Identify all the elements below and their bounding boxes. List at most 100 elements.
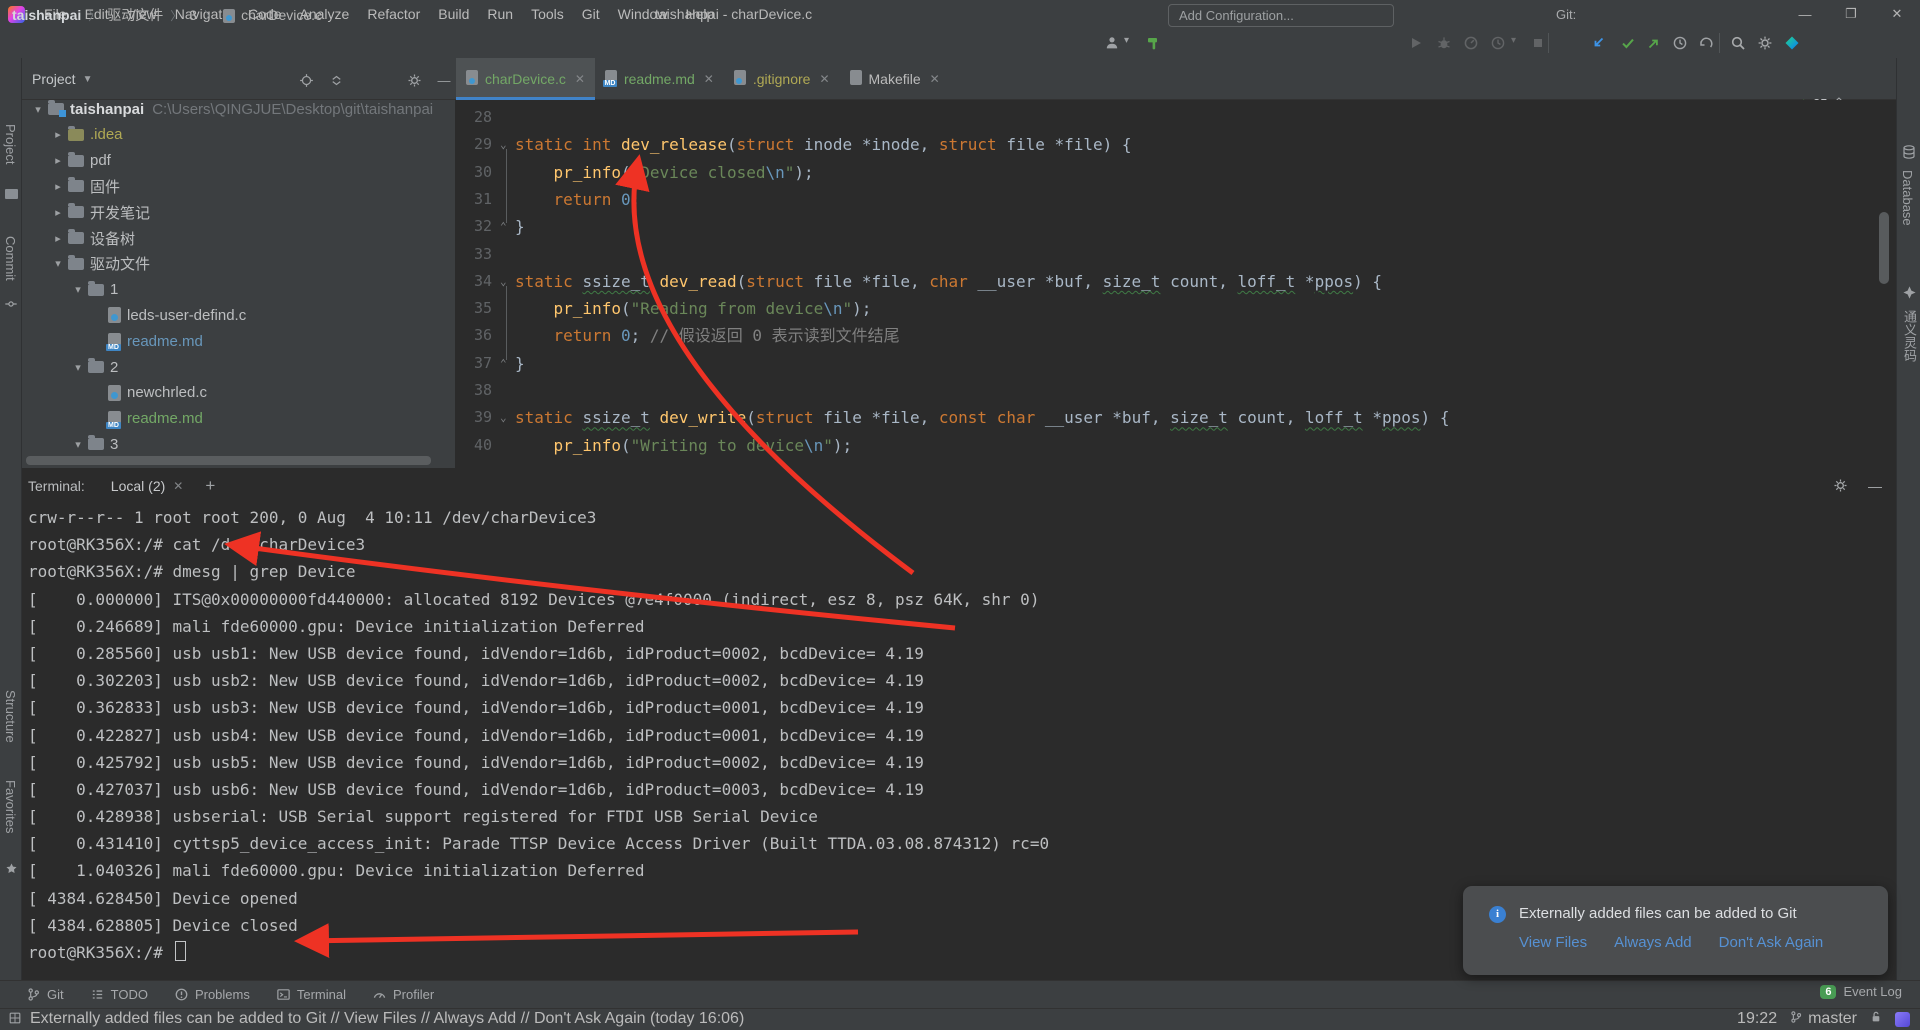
tree-chevron-icon[interactable]: ▸ <box>48 154 68 167</box>
terminal-tab-local[interactable]: Local (2) ✕ <box>111 478 184 494</box>
stripe-favorites[interactable]: Favorites <box>3 780 18 833</box>
tree-chevron-icon[interactable]: ▾ <box>48 257 68 270</box>
breadcrumb-item-0[interactable]: taishanpai <box>12 7 81 23</box>
tree-row-2[interactable]: ▾2 <box>22 354 455 380</box>
debug-button-icon[interactable] <box>1432 31 1456 55</box>
git-history-icon[interactable] <box>1668 31 1692 55</box>
tree-chevron-icon[interactable]: ▾ <box>68 283 88 296</box>
status-message[interactable]: Externally added files can be added to G… <box>30 1010 744 1028</box>
event-log-button[interactable]: 6 Event Log <box>1820 984 1902 999</box>
menu-refactor[interactable]: Refactor <box>358 0 429 28</box>
toolwindow-label: Git <box>47 987 64 1002</box>
editor-scrollbar[interactable] <box>1879 212 1889 284</box>
stripe-tongyi[interactable]: 通义灵码 <box>1900 310 1919 362</box>
search-everywhere-icon[interactable] <box>1726 31 1750 55</box>
collapse-all-icon[interactable] <box>326 70 346 90</box>
terminal-minimize-icon[interactable]: — <box>1868 478 1882 494</box>
lock-icon[interactable] <box>1869 1010 1883 1029</box>
tree-row-readme-md[interactable]: readme.md <box>22 406 455 432</box>
git-commit-icon[interactable] <box>1616 31 1640 55</box>
toolwindow-terminal[interactable]: Terminal <box>276 987 346 1002</box>
fold-marker-icon[interactable]: ⌄ <box>500 404 507 431</box>
code-editor[interactable]: 2829⌄static int dev_release(struct inode… <box>456 100 1896 468</box>
tab-close-icon[interactable]: ✕ <box>575 72 585 86</box>
project-tree[interactable]: ▾taishanpaiC:\Users\QINGJUE\Desktop\git\… <box>22 100 455 468</box>
toolwindow-problems[interactable]: Problems <box>174 987 250 1002</box>
ai-assistant-icon[interactable] <box>1895 1012 1910 1027</box>
git-branch-widget[interactable]: master <box>1789 1010 1857 1029</box>
tree-row-newchrled-c[interactable]: newchrled.c <box>22 380 455 406</box>
database-icon[interactable] <box>1901 144 1917 160</box>
git-update-icon[interactable] <box>1586 31 1610 55</box>
tree-row-pdf[interactable]: ▸pdf <box>22 148 455 174</box>
stripe-database[interactable]: Database <box>1900 170 1915 226</box>
tree-row-taishanpai[interactable]: ▾taishanpaiC:\Users\QINGJUE\Desktop\git\… <box>22 100 455 122</box>
notification-link-view-files[interactable]: View Files <box>1519 934 1587 951</box>
user-dropdown-chevron[interactable]: ▾ <box>1124 35 1129 46</box>
tab-close-icon[interactable]: ✕ <box>819 72 829 86</box>
stripe-structure[interactable]: Structure <box>3 690 18 743</box>
tree-row-1[interactable]: ▾1 <box>22 277 455 303</box>
toolwindow-profiler[interactable]: Profiler <box>372 987 434 1002</box>
close-button[interactable]: ✕ <box>1874 0 1920 28</box>
tree-row--idea[interactable]: ▸.idea <box>22 122 455 148</box>
tab-close-icon[interactable]: ✕ <box>930 72 940 86</box>
tab-close-icon[interactable]: ✕ <box>704 72 714 86</box>
stop-button-icon[interactable] <box>1526 31 1550 55</box>
breadcrumb-item-3[interactable]: charDevice.c <box>241 7 322 23</box>
tree-chevron-icon[interactable]: ▾ <box>28 103 48 116</box>
toolwindow-git[interactable]: Git <box>26 987 64 1002</box>
tree-row-readme-md[interactable]: readme.md <box>22 328 455 354</box>
build-hammer-icon[interactable] <box>1142 31 1166 55</box>
tree-chevron-icon[interactable]: ▸ <box>48 232 68 245</box>
terminal-settings-gear-icon[interactable] <box>1833 478 1848 496</box>
profile-button-icon[interactable] <box>1459 31 1483 55</box>
run-with-coverage-icon[interactable] <box>1486 31 1510 55</box>
git-rollback-icon[interactable] <box>1694 31 1718 55</box>
hide-project-panel-icon[interactable]: — <box>434 70 454 90</box>
user-profile-icon[interactable] <box>1100 31 1124 55</box>
tree-chevron-icon[interactable]: ▸ <box>48 128 68 141</box>
settings-gear-icon[interactable] <box>1753 31 1777 55</box>
tree-row--[interactable]: ▾驱动文件 <box>22 251 455 277</box>
tab-charDevice-c[interactable]: charDevice.c✕ <box>456 58 595 100</box>
notification-link-always-add[interactable]: Always Add <box>1614 934 1692 951</box>
project-tool-header[interactable]: Project ▼ <box>22 58 455 100</box>
breadcrumb-item-2[interactable]: 3 <box>189 7 197 23</box>
minimize-button[interactable]: — <box>1782 0 1828 28</box>
menu-run[interactable]: Run <box>478 0 522 28</box>
add-configuration-dropdown[interactable]: Add Configuration... <box>1168 4 1394 27</box>
markdown-file-icon <box>108 411 121 427</box>
tab--gitignore[interactable]: .gitignore✕ <box>724 58 840 100</box>
tree-chevron-icon[interactable]: ▾ <box>68 361 88 374</box>
project-options-gear-icon[interactable] <box>404 70 424 90</box>
stripe-project[interactable]: Project <box>3 124 18 164</box>
tree-row--[interactable]: ▸设备树 <box>22 225 455 251</box>
tree-chevron-icon[interactable]: ▾ <box>68 438 88 451</box>
tree-chevron-icon[interactable]: ▸ <box>48 206 68 219</box>
project-horizontal-scrollbar[interactable] <box>26 456 450 465</box>
maximize-button[interactable]: ❐ <box>1828 0 1874 28</box>
locate-file-icon[interactable] <box>296 70 316 90</box>
stripe-commit[interactable]: Commit <box>3 236 18 281</box>
menu-git[interactable]: Git <box>573 0 609 28</box>
ai-plugin-icon[interactable] <box>1901 284 1917 300</box>
menu-tools[interactable]: Tools <box>522 0 573 28</box>
tree-row-3[interactable]: ▾3 <box>22 431 455 457</box>
new-terminal-button[interactable]: + <box>205 476 215 496</box>
toolwindow-todo[interactable]: TODO <box>90 987 148 1002</box>
tab-Makefile[interactable]: Makefile✕ <box>840 58 950 100</box>
plugin-icon[interactable] <box>1780 31 1804 55</box>
menu-build[interactable]: Build <box>429 0 478 28</box>
run-button-icon[interactable] <box>1404 31 1428 55</box>
tree-row-leds-user-defind-c[interactable]: leds-user-defind.c <box>22 302 455 328</box>
tree-row--[interactable]: ▸固件 <box>22 173 455 199</box>
tree-row--[interactable]: ▸开发笔记 <box>22 199 455 225</box>
close-icon[interactable]: ✕ <box>173 479 183 493</box>
tab-readme-md[interactable]: MDreadme.md✕ <box>595 58 724 100</box>
run-dropdown-chevron[interactable]: ▾ <box>1511 35 1516 46</box>
git-push-icon[interactable] <box>1642 31 1666 55</box>
notification-link-don-t-ask-again[interactable]: Don't Ask Again <box>1719 934 1824 951</box>
tree-chevron-icon[interactable]: ▸ <box>48 180 68 193</box>
breadcrumb-item-1[interactable]: 驱动文件 <box>107 5 163 25</box>
